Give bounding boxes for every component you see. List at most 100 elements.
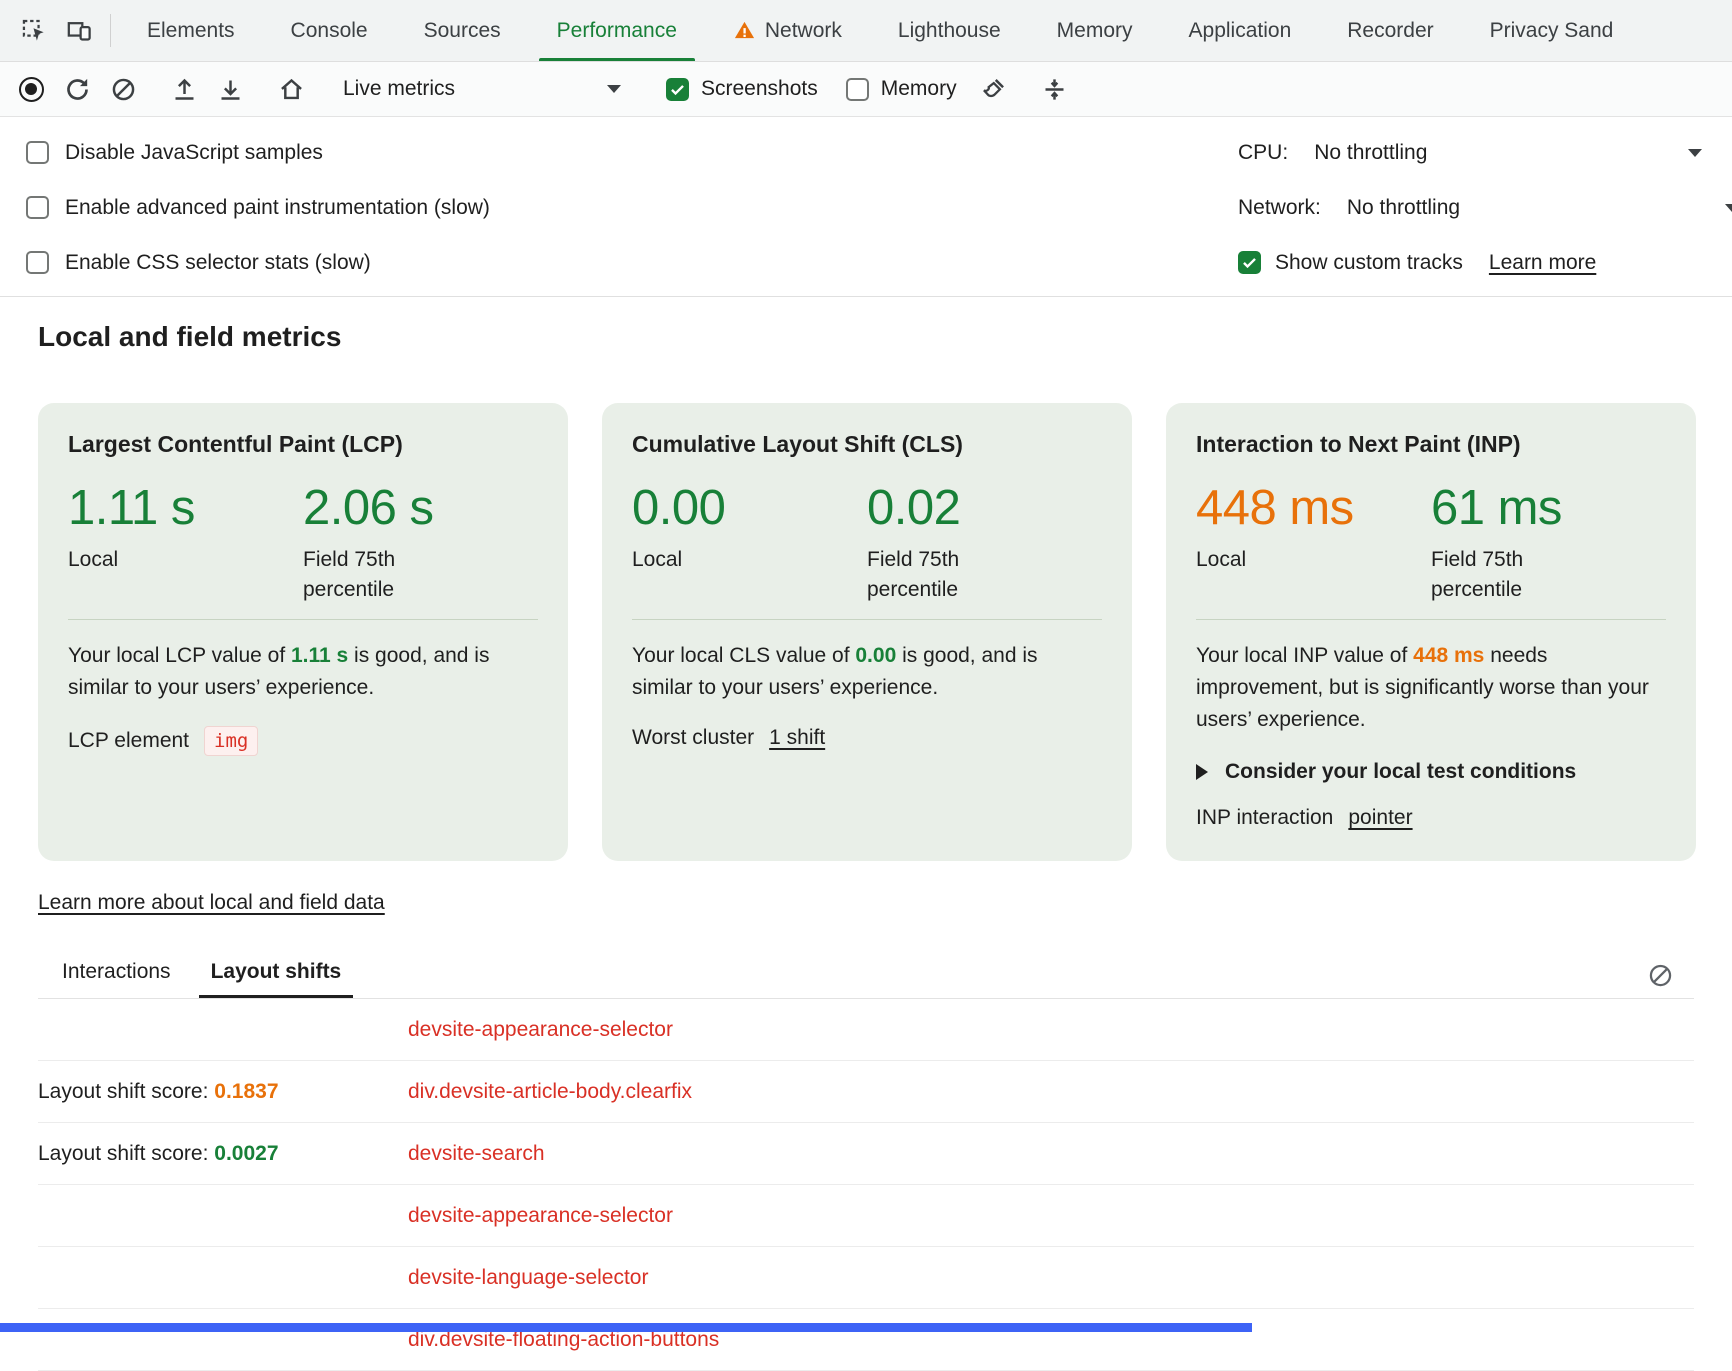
cls-description: Your local CLS value of 0.00 is good, an… xyxy=(632,640,1102,704)
device-toolbar-button[interactable] xyxy=(56,0,102,61)
toggle-details-button[interactable] xyxy=(1032,67,1078,111)
inp-interaction-label: INP interaction xyxy=(1196,806,1333,830)
tab-performance[interactable]: Performance xyxy=(529,0,705,61)
checkbox-unchecked-icon[interactable] xyxy=(26,251,49,274)
tab-interactions[interactable]: Interactions xyxy=(46,951,187,998)
memory-checkbox-row[interactable]: Memory xyxy=(832,67,971,111)
collapse-icon xyxy=(1041,76,1068,103)
inp-interaction-link[interactable]: pointer xyxy=(1348,806,1412,830)
lcp-element-label: LCP element xyxy=(68,729,189,753)
cpu-throttling-select[interactable]: CPU: No throttling xyxy=(1238,125,1732,180)
layout-shift-row: Layout shift score: 0.0027 devsite-searc… xyxy=(38,1123,1694,1185)
screenshots-checkbox-row[interactable]: Screenshots xyxy=(652,67,832,111)
layout-shift-row: devsite-appearance-selector xyxy=(38,1185,1694,1247)
checkbox-checked-icon[interactable] xyxy=(1238,251,1261,274)
layout-shift-rows: devsite-appearance-selector Layout shift… xyxy=(38,998,1694,1371)
load-profile-button[interactable] xyxy=(161,67,207,111)
shift-element-link[interactable]: div.devsite-article-body.clearfix xyxy=(408,1080,692,1104)
live-metrics-log: Interactions Layout shifts devsite-appea… xyxy=(38,951,1694,1371)
live-metrics-view: Local and field metrics Largest Contentf… xyxy=(0,297,1732,1371)
lcp-field-value: 2.06 s xyxy=(303,480,538,536)
shift-element-link[interactable]: devsite-appearance-selector xyxy=(408,1204,673,1228)
tab-application[interactable]: Application xyxy=(1161,0,1320,61)
tab-network[interactable]: Network xyxy=(705,0,870,61)
card-title: Largest Contentful Paint (LCP) xyxy=(68,431,538,458)
tab-layout-shifts[interactable]: Layout shifts xyxy=(195,951,358,998)
tab-label: Privacy Sand xyxy=(1490,19,1614,43)
collect-garbage-button[interactable] xyxy=(971,67,1017,111)
tab-label: Network xyxy=(765,19,842,43)
live-metrics-label: Live metrics xyxy=(343,77,455,101)
learn-more-local-field-link[interactable]: Learn more about local and field data xyxy=(38,891,385,914)
divider xyxy=(632,619,1102,620)
tab-label: Memory xyxy=(1057,19,1133,43)
tab-label: Console xyxy=(291,19,368,43)
cpu-label: CPU: xyxy=(1238,141,1288,165)
field-label: Field 75th percentile xyxy=(867,545,1017,605)
tab-sources[interactable]: Sources xyxy=(396,0,529,61)
clear-log-button[interactable] xyxy=(1640,955,1680,995)
broom-icon xyxy=(980,76,1007,103)
shift-element-link[interactable]: devsite-language-selector xyxy=(408,1266,648,1290)
inp-description: Your local INP value of 448 ms needs imp… xyxy=(1196,640,1666,736)
clear-button[interactable] xyxy=(100,67,146,111)
tab-recorder[interactable]: Recorder xyxy=(1319,0,1461,61)
performance-toolbar: Live metrics Screenshots Memory xyxy=(0,62,1732,117)
local-label: Local xyxy=(68,545,218,575)
tab-memory[interactable]: Memory xyxy=(1029,0,1161,61)
setting-label: Enable CSS selector stats (slow) xyxy=(65,251,371,275)
block-icon xyxy=(1647,962,1674,989)
checkbox-unchecked-icon[interactable] xyxy=(26,196,49,219)
learn-more-link[interactable]: Learn more xyxy=(1489,251,1596,275)
record-button[interactable] xyxy=(8,67,54,111)
checkbox-unchecked-icon[interactable] xyxy=(846,78,869,101)
setting-label: Disable JavaScript samples xyxy=(65,141,323,165)
block-icon xyxy=(110,76,137,103)
shift-element-link[interactable]: devsite-search xyxy=(408,1142,545,1166)
checkbox-checked-icon[interactable] xyxy=(666,78,689,101)
field-label: Field 75th percentile xyxy=(303,545,453,605)
tab-lighthouse[interactable]: Lighthouse xyxy=(870,0,1029,61)
network-throttling-select[interactable]: Network: No throttling xyxy=(1238,180,1732,235)
save-profile-button[interactable] xyxy=(207,67,253,111)
live-metrics-select[interactable]: Live metrics xyxy=(329,67,637,111)
chevron-down-icon xyxy=(1688,149,1702,157)
record-and-reload-button[interactable] xyxy=(54,67,100,111)
metric-card-cls: Cumulative Layout Shift (CLS) 0.00 Local… xyxy=(602,403,1132,861)
tab-label: Performance xyxy=(557,19,677,43)
panel-tabs: Elements Console Sources Performance Net… xyxy=(119,0,1641,61)
layout-shift-row: div.devsite-floating-action-buttons xyxy=(38,1309,1694,1371)
tab-privacy-sandbox[interactable]: Privacy Sand xyxy=(1462,0,1642,61)
home-button[interactable] xyxy=(268,67,314,111)
memory-label: Memory xyxy=(881,77,957,101)
shift-element-link[interactable]: devsite-appearance-selector xyxy=(408,1018,673,1042)
tab-elements[interactable]: Elements xyxy=(119,0,263,61)
tab-label: Recorder xyxy=(1347,19,1433,43)
local-label: Local xyxy=(632,545,782,575)
metric-cards: Largest Contentful Paint (LCP) 1.11 s Lo… xyxy=(38,403,1694,861)
device-toolbar-icon xyxy=(66,17,93,44)
warning-icon xyxy=(733,19,756,42)
local-label: Local xyxy=(1196,545,1346,575)
lcp-element-chip[interactable]: img xyxy=(204,726,258,756)
upload-icon xyxy=(171,76,198,103)
custom-tracks-label: Show custom tracks xyxy=(1275,251,1463,275)
metric-card-lcp: Largest Contentful Paint (LCP) 1.11 s Lo… xyxy=(38,403,568,861)
field-label: Field 75th percentile xyxy=(1431,545,1581,605)
tab-label: Sources xyxy=(424,19,501,43)
show-custom-tracks-row[interactable]: Show custom tracks Learn more xyxy=(1238,235,1732,290)
card-title: Interaction to Next Paint (INP) xyxy=(1196,431,1666,458)
layout-shift-row: devsite-appearance-selector xyxy=(38,999,1694,1061)
cls-local-value: 0.00 xyxy=(632,480,867,536)
worst-cluster-link[interactable]: 1 shift xyxy=(769,726,825,750)
home-icon xyxy=(278,76,305,103)
local-test-conditions-disclosure[interactable]: Consider your local test conditions xyxy=(1196,760,1666,784)
inspect-element-button[interactable] xyxy=(10,0,56,61)
divider xyxy=(68,619,538,620)
disclosure-triangle-icon xyxy=(1196,764,1208,780)
worst-cluster-label: Worst cluster xyxy=(632,726,754,750)
metric-card-inp: Interaction to Next Paint (INP) 448 ms L… xyxy=(1166,403,1696,861)
tab-console[interactable]: Console xyxy=(263,0,396,61)
tab-label: Elements xyxy=(147,19,235,43)
checkbox-unchecked-icon[interactable] xyxy=(26,141,49,164)
